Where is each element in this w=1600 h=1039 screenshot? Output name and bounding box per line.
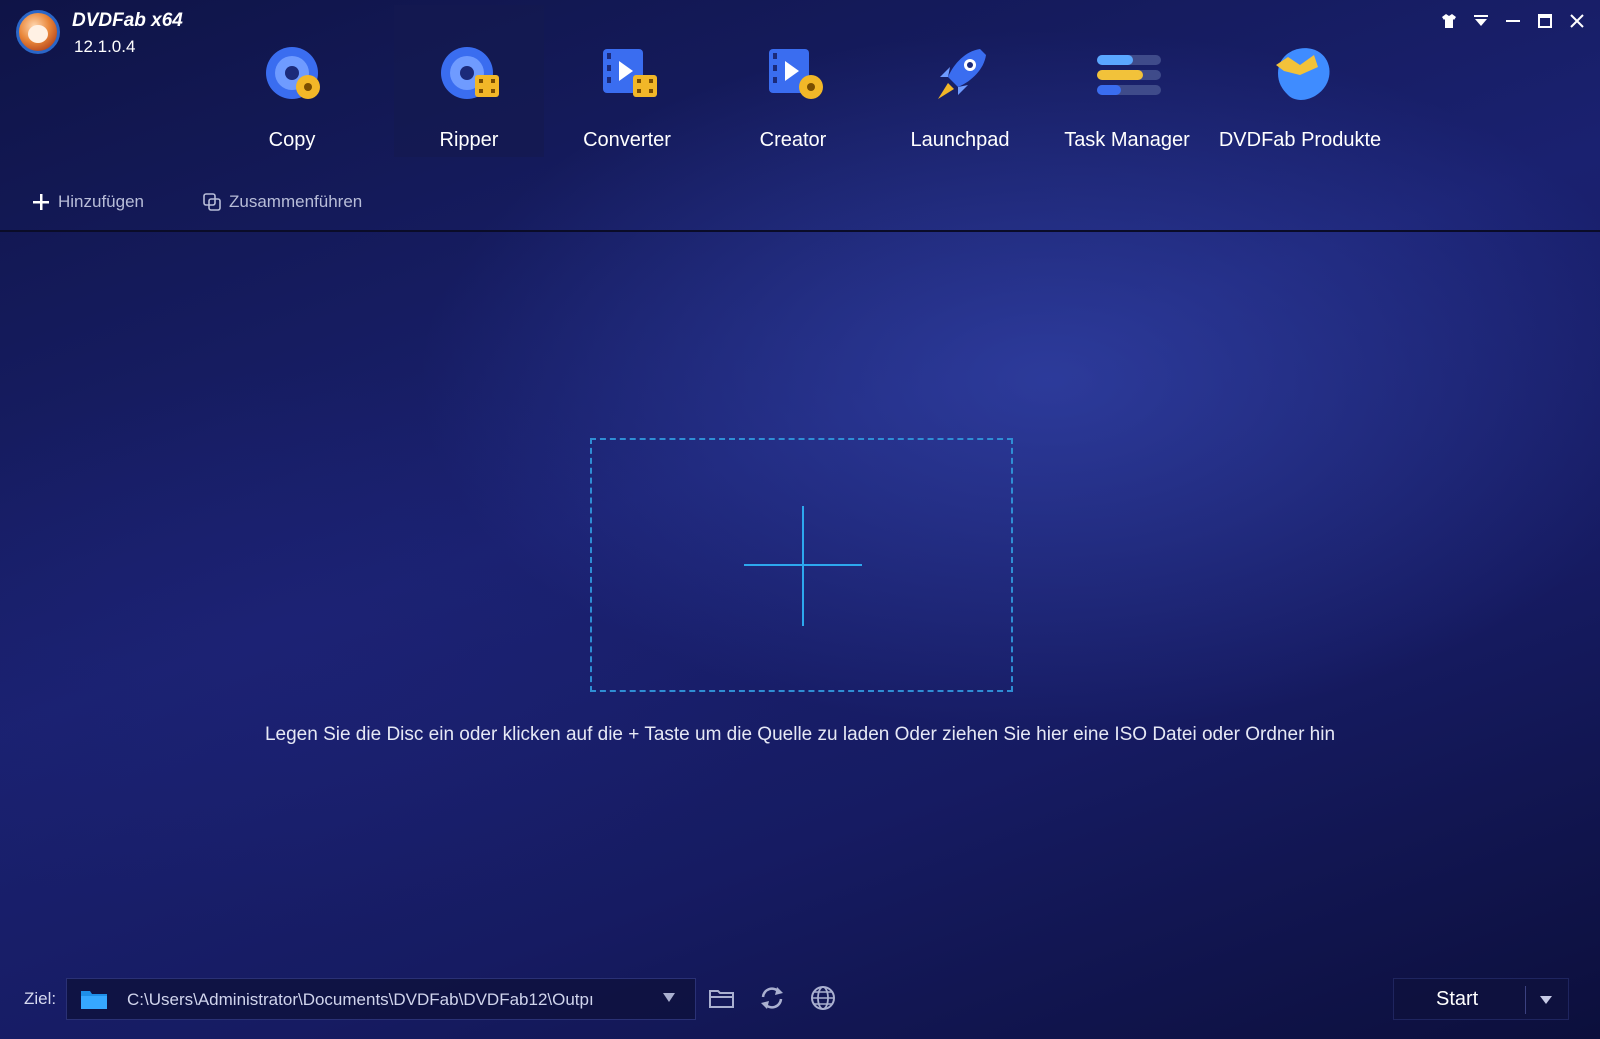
task-list-icon xyxy=(1097,55,1161,95)
app-version: 12.1.0.4 xyxy=(74,37,136,56)
app-brand: DVDFab x64 xyxy=(72,10,183,31)
add-button[interactable]: Hinzufügen xyxy=(32,185,144,219)
merge-button[interactable]: Zusammenführen xyxy=(203,185,362,219)
merge-icon xyxy=(203,193,221,211)
copy-disc-icon xyxy=(266,47,320,99)
window-controls xyxy=(1440,12,1586,30)
header-divider xyxy=(0,230,1600,232)
menu-dropdown-icon[interactable] xyxy=(1472,12,1490,30)
drop-hint-text: Legen Sie die Disc ein oder klicken auf … xyxy=(264,724,1336,745)
module-label: Converter xyxy=(583,129,671,151)
rocket-icon xyxy=(938,49,986,99)
merge-button-label: Zusammenführen xyxy=(229,192,363,211)
header: DVDFab x64 12.1.0.4 Copy Ripper Converte… xyxy=(0,0,1600,232)
refresh-icon[interactable] xyxy=(757,983,787,1013)
plus-icon xyxy=(33,194,49,210)
module-task-manager[interactable]: Task Manager xyxy=(1052,5,1202,157)
ripper-disc-icon xyxy=(441,47,499,99)
module-launchpad[interactable]: Launchpad xyxy=(885,5,1035,157)
converter-film-icon xyxy=(603,49,657,97)
module-label: Creator xyxy=(759,129,827,151)
close-icon[interactable] xyxy=(1568,12,1586,30)
dvdfab-logo xyxy=(16,10,60,54)
app-window: DVDFab x64 12.1.0.4 Copy Ripper Converte… xyxy=(0,0,1600,1039)
module-label: Task Manager xyxy=(1064,129,1190,151)
module-converter[interactable]: Converter xyxy=(552,5,702,157)
module-label: Launchpad xyxy=(910,129,1010,151)
browse-folder-icon[interactable] xyxy=(707,983,737,1013)
chevron-down-icon[interactable] xyxy=(663,993,675,1002)
module-creator[interactable]: Creator xyxy=(718,5,868,157)
source-drop-zone[interactable] xyxy=(590,438,1013,692)
module-copy[interactable]: Copy xyxy=(217,5,367,157)
add-source-plus-icon xyxy=(802,506,804,626)
bottom-bar: Ziel: C:\Users\Administrator\Documents\D… xyxy=(0,975,1600,1023)
skin-icon[interactable] xyxy=(1440,12,1458,30)
start-button-label: Start xyxy=(1436,988,1479,1010)
output-path-field[interactable]: C:\Users\Administrator\Documents\DVDFab\… xyxy=(66,978,696,1020)
module-label: Copy xyxy=(268,129,316,151)
add-button-label: Hinzufügen xyxy=(58,192,145,211)
start-button[interactable]: Start xyxy=(1393,978,1569,1020)
folder-icon xyxy=(81,991,107,1009)
maximize-icon[interactable] xyxy=(1536,12,1554,30)
globe-icon[interactable] xyxy=(808,983,838,1013)
start-options-chevron-icon[interactable] xyxy=(1540,996,1552,1004)
toolbar: Hinzufügen Zusammenführen xyxy=(0,185,1600,219)
output-path-text: C:\Users\Administrator\Documents\DVDFab\… xyxy=(127,990,594,1009)
creator-film-icon xyxy=(769,49,823,99)
module-ripper[interactable]: Ripper xyxy=(394,5,544,157)
dvdfab-products-icon xyxy=(1276,48,1330,100)
target-label: Ziel: xyxy=(24,989,57,1008)
module-dvdfab-products[interactable]: DVDFab Produkte xyxy=(1219,5,1381,157)
minimize-icon[interactable] xyxy=(1504,12,1522,30)
module-label: DVDFab Produkte xyxy=(1218,129,1382,151)
